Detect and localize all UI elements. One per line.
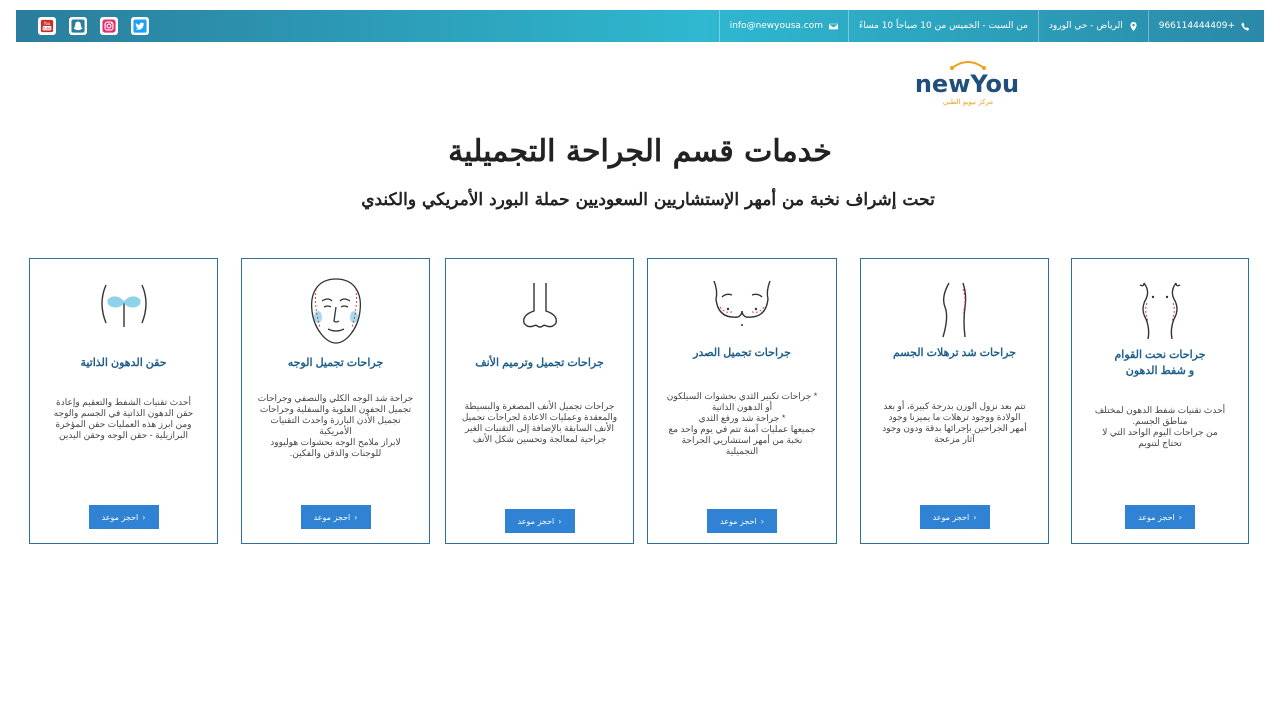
card-description: تتم بعد نزول الوزن بدرجة كبيرة، أو بعد ا… (882, 401, 1027, 444)
chevron-left-icon: ‹ (558, 516, 562, 526)
book-appointment-button[interactable]: ‹ احجز موعد (919, 505, 990, 529)
body-contour-icon (1139, 282, 1181, 340)
book-appointment-button[interactable]: ‹ احجز موعد (707, 509, 777, 533)
body-lift-icon (941, 282, 966, 338)
service-card-liposuction: جراحات نحت القوام و شفط الدهون أحدث تقني… (1071, 258, 1249, 544)
youtube-icon: YouTube (40, 19, 54, 33)
book-appointment-button[interactable]: ‹ احجز موعد (300, 505, 371, 529)
working-hours: من السبت - الخميس من 10 صباحاً 10 مساءً (848, 10, 1038, 42)
chevron-left-icon: ‹ (354, 512, 358, 522)
book-label: احجز موعد (517, 516, 555, 526)
youtube-link[interactable]: You Tube (38, 17, 56, 35)
service-card-breast: جراحات تجميل الصدر * جراحات تكبير الثدي … (647, 258, 837, 544)
buttock-icon (100, 284, 147, 327)
card-description: جراحة شد الوجه الكلي والنصفي وجراحات تجم… (257, 393, 414, 458)
phone-contact[interactable]: +966114444409 (1147, 10, 1264, 42)
book-label: احجز موعد (313, 512, 351, 522)
page-subtitle: تحت إشراف نخبة من أمهر الإستشاريين السعو… (361, 190, 935, 210)
service-card-nose: جراحات تجميل وترميم الأنف جراحات تجميل ا… (445, 258, 634, 544)
chevron-left-icon: ‹ (142, 512, 146, 522)
map-marker-icon (1130, 21, 1137, 31)
card-title: جراحات تجميل وترميم الأنف (475, 357, 604, 369)
card-title: جراحات تجميل الوجه (287, 357, 384, 369)
chevron-left-icon: ‹ (973, 512, 977, 522)
twitter-icon (133, 19, 147, 33)
service-card-fat-injection: حقن الدهون الذاتية أحدث تقنيات الشفط وال… (29, 258, 218, 544)
card-description: جراحات تجميل الأنف المصغرة والبسيطة والم… (461, 401, 618, 444)
chevron-left-icon: ‹ (760, 516, 764, 526)
card-title: جراحات تجميل الصدر (693, 347, 791, 359)
book-label: احجز موعد (932, 512, 970, 522)
book-label: احجز موعد (1138, 512, 1175, 522)
hours-text: من السبت - الخميس من 10 صباحاً 10 مساءً (859, 21, 1028, 31)
book-label: احجز موعد (720, 516, 757, 526)
location-text: الرياض - حي الورود (1048, 21, 1123, 31)
card-description: أحدث تقنيات الشفط والتعقيم وإعادة حقن ال… (53, 397, 194, 440)
logo-wordmark: newYou (915, 70, 1019, 98)
face-icon (310, 278, 361, 344)
book-appointment-button[interactable]: ‹ احجز موعد (1125, 505, 1195, 529)
email-contact[interactable]: info@newyousa.com (718, 10, 848, 42)
envelope-icon (829, 23, 838, 29)
card-description: * جراحات تكبير الثدي بحشوات السيلكون أو … (666, 391, 818, 456)
phone-icon (1241, 22, 1250, 31)
card-title: جراحات شد ترهلات الجسم (892, 347, 1017, 359)
book-label: احجز موعد (101, 512, 139, 522)
book-appointment-button[interactable]: ‹ احجز موعد (88, 505, 159, 529)
social-links: You Tube (38, 17, 149, 35)
service-card-face: جراحات تجميل الوجه جراحة شد الوجه الكلي … (241, 258, 430, 544)
twitter-link[interactable] (131, 17, 149, 35)
chevron-left-icon: ‹ (1178, 512, 1182, 522)
location-info[interactable]: الرياض - حي الورود (1037, 10, 1148, 42)
instagram-icon (102, 19, 116, 33)
logo-tagline: مركز نيويو الطبي (943, 98, 994, 106)
service-card-body-lift: جراحات شد ترهلات الجسم تتم بعد نزول الوز… (860, 258, 1049, 544)
email-address: info@newyousa.com (729, 21, 823, 31)
svg-text:Tube: Tube (42, 27, 51, 31)
snapchat-icon (71, 19, 85, 33)
svg-text:You: You (44, 21, 51, 26)
nose-icon (522, 283, 557, 328)
card-description: أحدث تقنيات شفط الدهون لمختلف مناطق الجس… (1094, 405, 1226, 448)
page-title: خدمات قسم الجراحة التجميلية (448, 134, 832, 169)
phone-number: +966114444409 (1158, 21, 1235, 31)
top-bar: +966114444409 الرياض - حي الورود من السب… (16, 10, 1264, 42)
instagram-link[interactable] (100, 17, 118, 35)
snapchat-link[interactable] (69, 17, 87, 35)
card-title: جراحات نحت القوام و شفط الدهون (1114, 349, 1206, 377)
breast-icon (713, 280, 771, 326)
book-appointment-button[interactable]: ‹ احجز موعد (504, 509, 575, 533)
newyou-logo[interactable]: newYou مركز نيويو الطبي (912, 56, 1022, 108)
card-title: حقن الدهون الذاتية (80, 357, 167, 369)
